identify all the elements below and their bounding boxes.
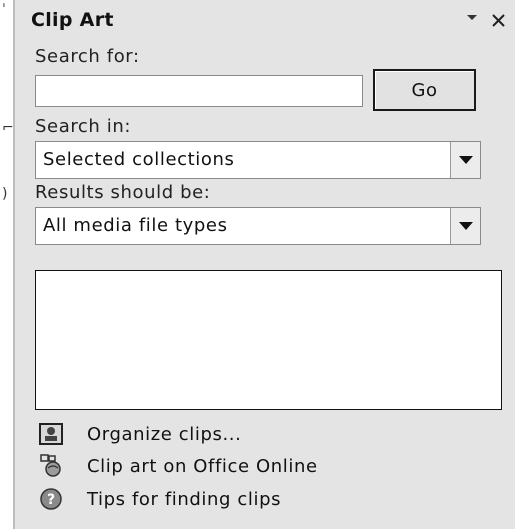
office-online-icon bbox=[39, 454, 63, 478]
search-in-dropdown[interactable]: Selected collections bbox=[35, 141, 481, 179]
clip-art-online-link[interactable]: Clip art on Office Online bbox=[35, 452, 318, 480]
triangle-down-icon[interactable] bbox=[463, 9, 481, 27]
results-type-dropdown[interactable]: All media file types bbox=[35, 207, 481, 245]
help-icon: ? bbox=[39, 487, 63, 511]
tips-link[interactable]: ? Tips for finding clips bbox=[35, 485, 281, 513]
search-for-label: Search for: bbox=[35, 46, 140, 67]
edge-mark-3: ) bbox=[2, 186, 8, 202]
results-should-be-label: Results should be: bbox=[35, 182, 211, 203]
pane-title-bar: Clip Art bbox=[15, 0, 515, 38]
clip-art-online-label: Clip art on Office Online bbox=[87, 455, 318, 477]
dropdown-arrow-icon[interactable] bbox=[450, 142, 480, 178]
results-area[interactable] bbox=[35, 270, 502, 410]
search-in-label: Search in: bbox=[35, 116, 132, 137]
svg-text:?: ? bbox=[47, 492, 55, 508]
search-input[interactable] bbox=[35, 75, 363, 107]
organize-clips-link[interactable]: Organize clips... bbox=[35, 420, 241, 448]
edge-mark-2: ⌐ bbox=[2, 120, 14, 136]
organize-clips-label: Organize clips... bbox=[87, 423, 242, 445]
tips-label: Tips for finding clips bbox=[87, 488, 282, 510]
search-in-selected: Selected collections bbox=[43, 149, 235, 170]
organize-clips-icon bbox=[39, 422, 63, 446]
pane-title: Clip Art bbox=[31, 9, 114, 31]
edge-mark-1: ˈ bbox=[2, 2, 6, 18]
go-button[interactable]: Go bbox=[373, 69, 476, 111]
clip-art-task-pane: Clip Art Search for: Go Search in: Selec… bbox=[13, 0, 515, 529]
dropdown-arrow-icon[interactable] bbox=[450, 208, 480, 244]
screen: ˈ ⌐ ) Clip Art Search for: Go Search in:… bbox=[0, 0, 515, 529]
close-icon[interactable] bbox=[489, 10, 509, 30]
results-type-selected: All media file types bbox=[43, 215, 228, 236]
